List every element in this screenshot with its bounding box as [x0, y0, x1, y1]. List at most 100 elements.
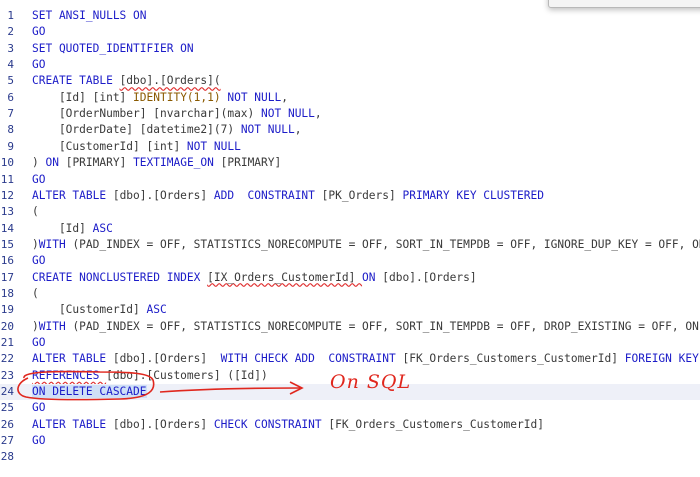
code-line[interactable]: 26 ALTER TABLE [dbo].[Orders] CHECK CONST… — [0, 417, 700, 433]
code-token: NOT NULL — [220, 90, 282, 104]
code-line[interactable]: 15)WITH (PAD_INDEX = OFF, STATISTICS_NOR… — [0, 237, 700, 253]
code-line[interactable]: 22 ALTER TABLE [dbo].[Orders] WITH CHECK … — [0, 351, 700, 367]
code-line[interactable]: 25 GO — [0, 400, 700, 416]
line-number: 5 — [7, 74, 14, 88]
line-number: 21 — [0, 336, 14, 349]
code-line[interactable]: 13 ( — [0, 204, 700, 220]
code-token: ON — [362, 270, 383, 284]
code-token: WITH — [38, 237, 73, 251]
code-line[interactable]: 1 SET ANSI_NULLS ON — [0, 8, 700, 24]
line-code: CREATE TABLE [dbo].[Orders]( — [32, 73, 221, 89]
code-token: REFERENCES — [32, 368, 107, 382]
code-line[interactable]: 20)WITH (PAD_INDEX = OFF, STATISTICS_NOR… — [0, 319, 700, 335]
line-code: ) ON [PRIMARY] TEXTIMAGE_ON [PRIMARY] — [32, 155, 281, 171]
code-line[interactable]: 21 GO — [0, 335, 700, 351]
code-token: ASC — [92, 221, 113, 235]
code-line[interactable]: 7 [OrderNumber] [nvarchar](max) NOT NULL… — [0, 106, 700, 122]
code-token: FOREIGN KEY — [624, 352, 699, 366]
code-token: [PRIMARY] — [65, 156, 134, 170]
line-code: GO — [32, 335, 45, 351]
code-token: ALTER TABLE — [32, 352, 113, 366]
code-token: NOT NULL — [261, 107, 315, 121]
code-token: ASC — [146, 303, 167, 317]
line-code: )WITH (PAD_INDEX = OFF, STATISTICS_NOREC… — [32, 237, 700, 253]
line-code: REFERENCES [dbo].[Customers] ([Id]) — [32, 368, 268, 384]
code-line[interactable]: 12 ALTER TABLE [dbo].[Orders] ADD CONSTRA… — [0, 188, 700, 204]
code-token: [OrderDate] [datetime2](7) — [32, 123, 241, 137]
code-token: [IX_Orders_CustomerId] — [207, 270, 363, 284]
code-token: [CustomerId] — [32, 303, 147, 317]
code-line[interactable]: 8 [OrderDate] [datetime2](7) NOT NULL, — [0, 122, 700, 138]
sql-editor[interactable]: 1 SET ANSI_NULLS ON 2 GO 3 SET QUOTED_IDENTIF… — [0, 0, 700, 477]
line-code: SET QUOTED_IDENTIFIER ON — [32, 41, 194, 57]
line-number: 16 — [0, 254, 14, 268]
line-number: 23 — [0, 368, 14, 382]
line-code: GO — [32, 253, 45, 269]
code-token: [Id] — [32, 221, 93, 235]
line-number: 11 — [0, 172, 14, 186]
line-code: )WITH (PAD_INDEX = OFF, STATISTICS_NOREC… — [32, 319, 700, 335]
line-code: GO — [32, 172, 45, 188]
code-token: [dbo].[Orders] — [112, 352, 221, 366]
code-token: ) — [32, 319, 39, 333]
code-token: ( — [32, 205, 39, 219]
code-line[interactable]: 18 ( — [0, 286, 700, 302]
code-token: IDENTITY(1,1) — [133, 90, 221, 104]
annotation-note: On SQL — [330, 371, 412, 393]
line-number: 13 — [0, 205, 14, 219]
code-line[interactable]: 11 GO — [0, 172, 700, 188]
code-line[interactable]: 2 GO — [0, 24, 700, 40]
code-token: [CustomerId] [int] — [32, 139, 187, 153]
code-token: (PAD_INDEX = OFF, STATISTICS_NORECOMPUTE… — [72, 319, 700, 333]
code-line[interactable]: 27 GO — [0, 433, 700, 449]
code-token: GO — [32, 401, 46, 415]
line-number: 4 — [7, 58, 14, 72]
code-line[interactable]: 17 CREATE NONCLUSTERED INDEX [IX_Orders_C… — [0, 270, 700, 286]
code-line[interactable]: 14 [Id] ASC — [0, 221, 700, 237]
code-token: GO — [32, 434, 46, 448]
code-token: WITH — [38, 319, 73, 333]
code-token: ALTER TABLE — [32, 188, 113, 202]
code-line[interactable]: 16 GO — [0, 253, 700, 269]
code-line[interactable]: 5 CREATE TABLE [dbo].[Orders]( — [0, 73, 700, 89]
line-code: CREATE NONCLUSTERED INDEX [IX_Orders_Cus… — [32, 270, 477, 286]
code-token: [PK_Orders] — [321, 188, 403, 202]
line-code: ALTER TABLE [dbo].[Orders] ADD CONSTRAIN… — [32, 188, 544, 204]
line-code: GO — [32, 433, 45, 449]
line-number: 2 — [7, 25, 14, 39]
line-number: 28 — [0, 450, 14, 464]
code-token: GO — [32, 336, 46, 349]
code-token: SET ANSI_NULLS ON — [32, 9, 147, 22]
code-token: PRIMARY KEY CLUSTERED — [402, 188, 544, 202]
code-token: [dbo].[Orders] — [112, 417, 214, 431]
line-number: 6 — [7, 90, 14, 104]
code-token: GO — [32, 254, 46, 268]
line-code: ALTER TABLE [dbo].[Orders] WITH CHECK AD… — [32, 351, 700, 367]
code-token: ALTER TABLE — [32, 417, 113, 431]
line-number: 14 — [0, 221, 14, 235]
code-token: SET QUOTED_IDENTIFIER ON — [32, 41, 194, 55]
code-line[interactable]: 9 [CustomerId] [int] NOT NULL — [0, 139, 700, 155]
line-code: ALTER TABLE [dbo].[Orders] CHECK CONSTRA… — [32, 417, 544, 433]
code-token: ON DELETE CASCADE — [32, 385, 147, 399]
line-code: [Id] ASC — [32, 221, 113, 237]
code-line[interactable]: 19 [CustomerId] ASC — [0, 302, 700, 318]
code-line[interactable]: 3 SET QUOTED_IDENTIFIER ON — [0, 41, 700, 57]
code-token: , — [314, 107, 322, 121]
code-line[interactable]: 28 — [0, 449, 700, 465]
line-code: GO — [32, 400, 45, 416]
code-token: GO — [32, 172, 46, 186]
code-line[interactable]: 6 [Id] [int] IDENTITY(1,1) NOT NULL, — [0, 90, 700, 106]
code-token: [FK_Orders_Customers_CustomerId] — [402, 352, 625, 366]
code-token: [PRIMARY] — [220, 156, 282, 170]
code-line[interactable]: 4 GO — [0, 57, 700, 73]
code-token: GO — [32, 58, 46, 72]
code-token: TEXTIMAGE_ON — [133, 156, 221, 170]
line-code: ( — [32, 286, 39, 302]
line-number: 20 — [0, 319, 14, 333]
code-token: CREATE NONCLUSTERED INDEX — [32, 270, 208, 284]
line-code: [OrderNumber] [nvarchar](max) NOT NULL, — [32, 106, 322, 122]
line-number: 17 — [0, 270, 14, 284]
overlapping-window-edge — [548, 0, 700, 8]
code-line[interactable]: 10) ON [PRIMARY] TEXTIMAGE_ON [PRIMARY] — [0, 155, 700, 171]
